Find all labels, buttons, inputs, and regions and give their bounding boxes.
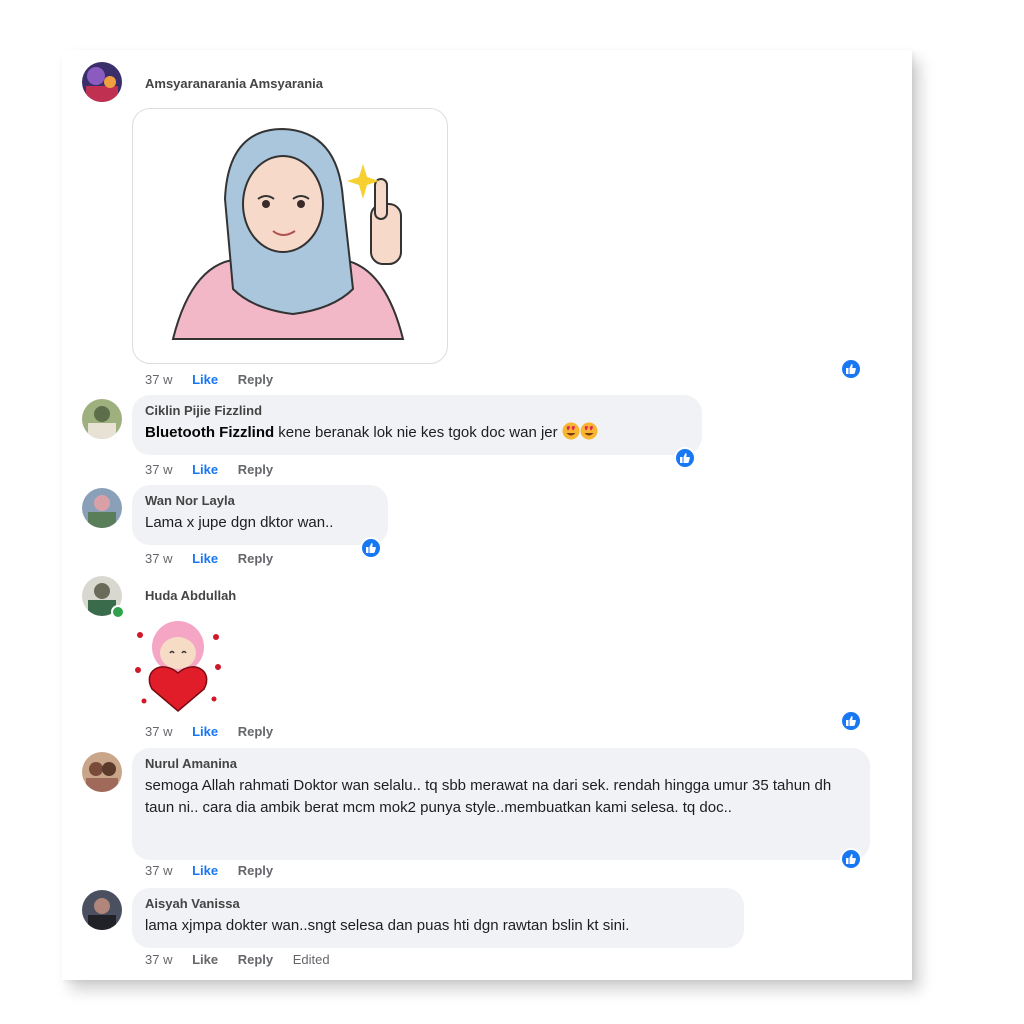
- avatar[interactable]: [82, 488, 122, 528]
- reply-button[interactable]: Reply: [238, 372, 273, 387]
- comment-bubble: Ciklin Pijie Fizzlind Bluetooth Fizzlind…: [132, 395, 702, 455]
- comment-bubble: Wan Nor Layla Lama x jupe dgn dktor wan.…: [132, 485, 388, 545]
- edited-label: Edited: [292, 952, 330, 967]
- like-button[interactable]: Like: [192, 952, 218, 967]
- comment-meta: 37 w Like Reply: [145, 863, 289, 878]
- avatar[interactable]: [82, 752, 122, 792]
- comment-age[interactable]: 37 w: [145, 462, 172, 477]
- avatar[interactable]: [82, 890, 122, 930]
- comment-author[interactable]: Wan Nor Layla: [145, 493, 375, 508]
- comment-meta: 37 w Like Reply: [145, 372, 289, 387]
- comment-author[interactable]: Huda Abdullah: [145, 588, 236, 603]
- like-button[interactable]: Like: [192, 863, 218, 878]
- comment-text: lama xjmpa dokter wan..sngt selesa dan p…: [145, 917, 630, 934]
- comments-panel: Amsyaranarania Amsyarania 37 w Like Repl…: [62, 50, 912, 980]
- reply-button[interactable]: Reply: [238, 952, 273, 967]
- comment-meta: 37 w Like Reply: [145, 724, 289, 739]
- comment-bubble: Aisyah Vanissa lama xjmpa dokter wan..sn…: [132, 888, 744, 948]
- heart-eyes-emoji-icon: [562, 422, 580, 440]
- comment-author[interactable]: Amsyaranarania Amsyarania: [145, 76, 323, 91]
- comment-meta: 37 w Like Reply: [145, 462, 289, 477]
- reply-button[interactable]: Reply: [238, 462, 273, 477]
- comment-age[interactable]: 37 w: [145, 952, 172, 967]
- reply-button[interactable]: Reply: [238, 724, 273, 739]
- comment-text: Bluetooth Fizzlind kene beranak lok nie …: [145, 422, 689, 444]
- tagged-user-link[interactable]: Bluetooth Fizzlind: [145, 424, 274, 441]
- online-status-dot: [111, 605, 125, 619]
- comment-age[interactable]: 37 w: [145, 724, 172, 739]
- comment-age[interactable]: 37 w: [145, 551, 172, 566]
- reply-button[interactable]: Reply: [238, 863, 273, 878]
- comment-author[interactable]: Aisyah Vanissa: [145, 896, 731, 911]
- comment-bubble: Nurul Amanina semoga Allah rahmati Dokto…: [132, 748, 870, 860]
- comment-age[interactable]: 37 w: [145, 372, 172, 387]
- like-reaction-icon[interactable]: [360, 537, 382, 559]
- comment-meta: 37 w Like Reply: [145, 551, 289, 566]
- heart-hug-sticker: [132, 615, 224, 715]
- comment-body: kene beranak lok nie kes tgok doc wan je…: [274, 424, 558, 441]
- like-button[interactable]: Like: [192, 724, 218, 739]
- avatar[interactable]: [82, 62, 122, 102]
- like-reaction-icon[interactable]: [840, 848, 862, 870]
- heart-eyes-emoji-icon: [580, 422, 598, 440]
- like-reaction-icon[interactable]: [840, 710, 862, 732]
- like-button[interactable]: Like: [192, 551, 218, 566]
- comment-author[interactable]: Nurul Amanina: [145, 756, 857, 771]
- comment-meta: 37 w Like Reply Edited: [145, 952, 346, 967]
- like-button[interactable]: Like: [192, 462, 218, 477]
- hijab-thumbs-up-sticker: [132, 108, 448, 364]
- comment-text: Lama x jupe dgn dktor wan..: [145, 514, 334, 531]
- comment-author[interactable]: Ciklin Pijie Fizzlind: [145, 403, 689, 418]
- like-button[interactable]: Like: [192, 372, 218, 387]
- reply-button[interactable]: Reply: [238, 551, 273, 566]
- like-reaction-icon[interactable]: [840, 358, 862, 380]
- avatar[interactable]: [82, 399, 122, 439]
- comment-age[interactable]: 37 w: [145, 863, 172, 878]
- like-reaction-icon[interactable]: [674, 447, 696, 469]
- comment-text: semoga Allah rahmati Doktor wan selalu..…: [145, 777, 832, 816]
